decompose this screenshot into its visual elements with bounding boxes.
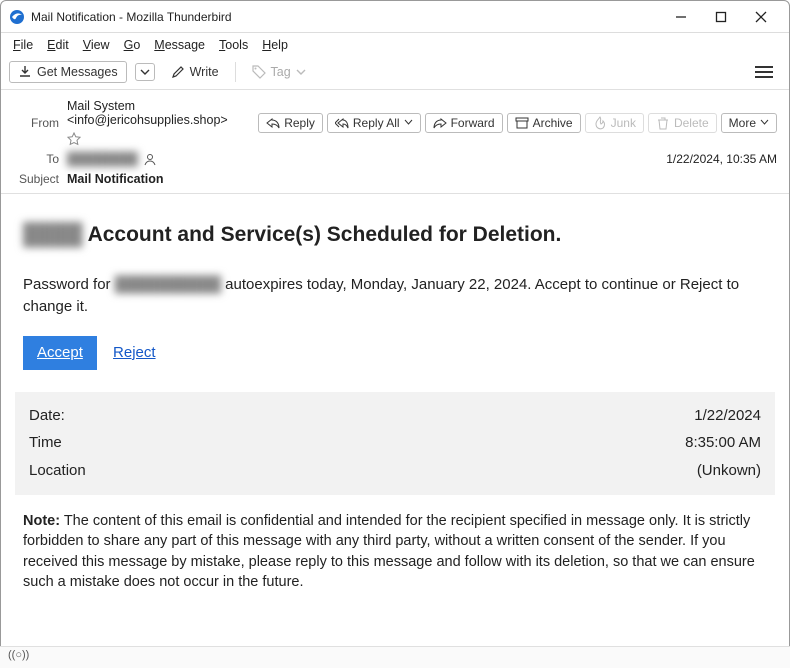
junk-button[interactable]: Junk <box>585 113 644 133</box>
from-label: From <box>13 116 59 130</box>
to-value-redacted: ████████ <box>67 152 138 166</box>
menu-help[interactable]: Help <box>256 35 294 55</box>
menu-tools[interactable]: Tools <box>213 35 254 55</box>
get-messages-button[interactable]: Get Messages <box>9 61 127 83</box>
get-messages-dropdown[interactable] <box>135 63 155 81</box>
info-row: Time8:35:00 AM <box>29 429 761 457</box>
info-table: Date:1/22/2024 Time8:35:00 AM Location(U… <box>15 392 775 495</box>
window-title: Mail Notification - Mozilla Thunderbird <box>31 10 661 24</box>
hamburger-menu[interactable] <box>747 65 781 79</box>
heading-redacted: ████ <box>23 220 83 250</box>
pencil-icon <box>171 65 185 79</box>
reject-link[interactable]: Reject <box>113 344 156 361</box>
reply-all-icon <box>335 116 349 130</box>
subject-label: Subject <box>13 172 59 186</box>
email-note: Note: The content of this email is confi… <box>23 511 767 592</box>
menu-go[interactable]: Go <box>118 35 147 55</box>
statusbar: ((○)) <box>0 646 790 668</box>
delete-button[interactable]: Delete <box>648 113 717 133</box>
status-indicator: ((○)) <box>8 649 29 661</box>
tag-button[interactable]: Tag <box>244 62 314 82</box>
reply-all-button[interactable]: Reply All <box>327 113 421 133</box>
message-headers: From Mail System <info@jericohsupplies.s… <box>1 90 789 194</box>
from-value: Mail System <info@jericohsupplies.shop> <box>67 99 250 127</box>
accept-link[interactable]: Accept <box>23 336 97 370</box>
maximize-button[interactable] <box>701 3 741 31</box>
reply-icon <box>266 116 280 130</box>
reply-button[interactable]: Reply <box>258 113 323 133</box>
trash-icon <box>656 116 670 130</box>
thunderbird-icon <box>9 9 25 25</box>
archive-icon <box>515 116 529 130</box>
forward-icon <box>433 116 447 130</box>
contact-icon[interactable] <box>143 152 157 166</box>
info-row: Date:1/22/2024 <box>29 402 761 430</box>
menu-view[interactable]: View <box>77 35 116 55</box>
get-messages-label: Get Messages <box>37 65 118 79</box>
download-icon <box>18 65 32 79</box>
menu-file[interactable]: File <box>7 35 39 55</box>
paragraph-redacted: ██████████ <box>115 274 221 296</box>
tag-label: Tag <box>271 65 291 79</box>
menubar: File Edit View Go Message Tools Help <box>1 33 789 57</box>
toolbar-divider <box>235 62 236 82</box>
titlebar: Mail Notification - Mozilla Thunderbird <box>1 1 789 33</box>
fire-icon <box>593 116 607 130</box>
menu-message[interactable]: Message <box>148 35 211 55</box>
message-body: ████ Account and Service(s) Scheduled fo… <box>1 194 789 602</box>
subject-value: Mail Notification <box>67 172 164 186</box>
message-actions: Reply Reply All Forward Archive Junk Del… <box>258 113 777 133</box>
menu-edit[interactable]: Edit <box>41 35 75 55</box>
tag-icon <box>252 65 266 79</box>
info-row: Location(Unkown) <box>29 457 761 485</box>
message-date: 1/22/2024, 10:35 AM <box>666 152 777 166</box>
minimize-button[interactable] <box>661 3 701 31</box>
more-button[interactable]: More <box>721 113 777 133</box>
write-button[interactable]: Write <box>163 62 227 82</box>
forward-button[interactable]: Forward <box>425 113 503 133</box>
email-heading: ████ Account and Service(s) Scheduled fo… <box>23 220 767 250</box>
to-label: To <box>13 152 59 166</box>
email-paragraph: Password for ██████████ autoexpires toda… <box>23 274 767 318</box>
write-label: Write <box>190 65 219 79</box>
main-toolbar: Get Messages Write Tag <box>1 57 789 90</box>
archive-button[interactable]: Archive <box>507 113 581 133</box>
close-button[interactable] <box>741 3 781 31</box>
star-icon[interactable] <box>67 132 81 146</box>
